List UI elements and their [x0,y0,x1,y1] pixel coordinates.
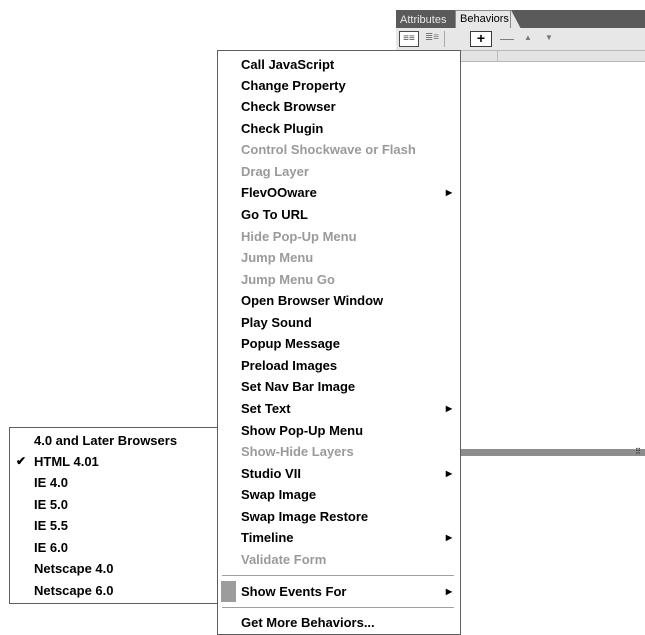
show-events-for-submenu: 4.0 and Later Browsers ✔ HTML 4.01 IE 4.0… [9,427,218,604]
grip-icon[interactable]: ⠿ [635,447,641,456]
menu-item-check-browser[interactable]: Check Browser [218,96,460,117]
submenu-arrow-icon: ▶ [445,188,452,197]
submenu-item-label: Netscape 6.0 [34,583,114,598]
show-set-events-button[interactable]: ≡≡ [399,31,419,47]
menu-item-label: FlevOOware [241,185,317,200]
menu-item-play-sound[interactable]: Play Sound [218,312,460,333]
menu-item-label: Show Pop-Up Menu [241,423,364,438]
submenu-item-html-4-01[interactable]: ✔ HTML 4.01 [10,451,217,472]
checkmark-icon: ✔ [16,454,27,468]
menu-item-show-pop-up-menu[interactable]: Show Pop-Up Menu [218,420,460,441]
menu-item-show-events-for[interactable]: Show Events For ▶ [218,581,460,602]
move-down-icon[interactable]: ▼ [539,31,559,47]
submenu-item-ie-4-0[interactable]: IE 4.0 [10,472,217,493]
submenu-item-label: IE 5.5 [34,518,68,533]
tab-notch [511,10,521,29]
menu-item-drag-layer: Drag Layer [218,161,460,182]
menu-item-label: Open Browser Window [241,293,384,308]
menu-item-jump-menu-go: Jump Menu Go [218,269,460,290]
menu-separator [222,607,454,608]
move-up-icon[interactable]: ▲ [518,31,538,47]
menu-item-call-javascript[interactable]: Call JavaScript [218,54,460,75]
menu-item-popup-message[interactable]: Popup Message [218,333,460,354]
menu-item-label: Timeline [241,530,294,545]
menu-item-label: Studio VII [241,466,301,481]
menu-item-label: Show Events For [241,584,347,599]
menu-item-flevooware[interactable]: FlevOOware ▶ [218,182,460,203]
menu-item-label: Preload Images [241,358,338,373]
submenu-item-label: IE 5.0 [34,497,68,512]
menu-item-label: Check Plugin [241,121,324,136]
show-all-events-button[interactable]: ≣≡ [422,31,442,47]
submenu-item-ie-5-0[interactable]: IE 5.0 [10,494,217,515]
menu-item-set-text[interactable]: Set Text ▶ [218,398,460,419]
submenu-arrow-icon: ▶ [445,404,452,413]
menu-item-go-to-url[interactable]: Go To URL [218,204,460,225]
menu-item-label: Set Text [241,401,291,416]
submenu-item-label: HTML 4.01 [34,454,99,469]
menu-item-label: Popup Message [241,336,340,351]
behaviors-toolbar: ≡≡ ≣≡ + — ▲ ▼ [396,28,645,51]
submenu-arrow-icon: ▶ [445,533,452,542]
submenu-arrow-icon: ▶ [445,587,452,596]
add-behavior-button[interactable]: + [470,31,492,47]
menu-item-label: Jump Menu [241,250,314,265]
toolbar-separator [444,31,445,47]
submenu-item-label: IE 4.0 [34,475,68,490]
menu-item-label: Control Shockwave or Flash [241,142,416,157]
submenu-arrow-icon: ▶ [445,469,452,478]
submenu-item-netscape-4-0[interactable]: Netscape 4.0 [10,558,217,579]
menu-separator [222,575,454,576]
menu-item-jump-menu: Jump Menu [218,247,460,268]
menu-item-open-browser-window[interactable]: Open Browser Window [218,290,460,311]
menu-item-label: Check Browser [241,99,336,114]
tab-attributes[interactable]: Attributes [396,12,455,28]
menu-item-label: Swap Image [241,487,317,502]
menu-item-check-plugin[interactable]: Check Plugin [218,118,460,139]
menu-item-label: Validate Form [241,552,327,567]
menu-item-label: Get More Behaviors... [241,615,375,630]
menu-item-label: Call JavaScript [241,57,335,72]
menu-item-timeline[interactable]: Timeline ▶ [218,527,460,548]
remove-behavior-button[interactable]: — [497,31,517,47]
add-behavior-menu: Call JavaScript Change Property Check Br… [217,50,461,635]
menu-item-show-hide-layers: Show-Hide Layers [218,441,460,462]
menu-item-label: Show-Hide Layers [241,444,354,459]
menu-item-change-property[interactable]: Change Property [218,75,460,96]
submenu-item-ie-6-0[interactable]: IE 6.0 [10,537,217,558]
submenu-item-label: 4.0 and Later Browsers [34,433,178,448]
menu-item-label: Swap Image Restore [241,509,369,524]
tab-behaviors[interactable]: Behaviors [455,10,511,29]
menu-item-validate-form: Validate Form [218,549,460,570]
menu-item-set-nav-bar-image[interactable]: Set Nav Bar Image [218,376,460,397]
submenu-item-label: Netscape 4.0 [34,561,114,576]
column-separator[interactable] [497,51,498,61]
menu-item-label: Set Nav Bar Image [241,379,356,394]
menu-item-control-shockwave-or-flash: Control Shockwave or Flash [218,139,460,160]
menu-item-swap-image-restore[interactable]: Swap Image Restore [218,506,460,527]
menu-item-label: Go To URL [241,207,308,222]
submenu-item-ie-5-5[interactable]: IE 5.5 [10,515,217,536]
submenu-item-netscape-6-0[interactable]: Netscape 6.0 [10,580,217,601]
panel-tab-strip: Attributes Behaviors [396,10,645,29]
menu-item-hide-pop-up-menu: Hide Pop-Up Menu [218,226,460,247]
menu-item-label: Hide Pop-Up Menu [241,229,357,244]
menu-item-preload-images[interactable]: Preload Images [218,355,460,376]
submenu-item-4-0-and-later-browsers[interactable]: 4.0 and Later Browsers [10,430,217,451]
menu-item-label: Drag Layer [241,164,309,179]
menu-item-swap-image[interactable]: Swap Image [218,484,460,505]
menu-item-studio-vii[interactable]: Studio VII ▶ [218,463,460,484]
panel-divider[interactable]: ⠿ [460,447,645,456]
menu-item-label: Play Sound [241,315,312,330]
submenu-item-label: IE 6.0 [34,540,68,555]
menu-item-label: Change Property [241,78,346,93]
menu-item-label: Jump Menu Go [241,272,335,287]
